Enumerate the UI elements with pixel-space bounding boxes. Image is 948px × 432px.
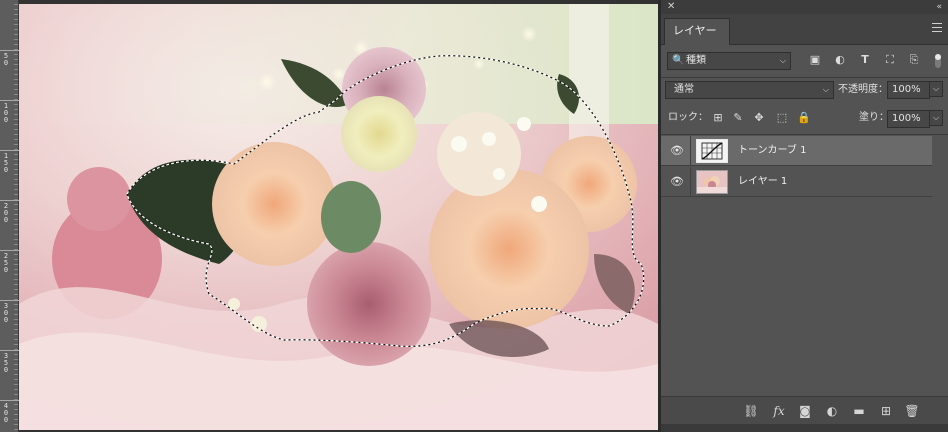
- close-icon[interactable]: ✕: [667, 0, 675, 14]
- divider: [690, 167, 691, 197]
- ruler-tick: [0, 50, 19, 51]
- new-layer-icon[interactable]: ⊞: [878, 403, 894, 419]
- ruler-label-400: 400: [3, 402, 9, 424]
- visibility-eye-icon[interactable]: 👁: [670, 176, 684, 188]
- chevron-down-icon: ⌵: [822, 85, 829, 94]
- ruler-tick: [0, 300, 19, 301]
- separator: [661, 77, 948, 78]
- fill-value: 100%: [892, 113, 921, 124]
- link-layers-icon[interactable]: ⛓: [743, 403, 759, 419]
- fill-dropdown-button[interactable]: ⌵: [929, 110, 943, 126]
- fill-label: 塗り：: [859, 112, 889, 123]
- ruler-label-150: 150: [3, 152, 9, 174]
- opacity-value: 100%: [892, 84, 921, 95]
- blend-mode-select[interactable]: 通常 ⌵: [665, 81, 834, 99]
- ruler-tick: [0, 200, 19, 201]
- ruler-label-350: 350: [3, 352, 9, 374]
- tab-layers[interactable]: レイヤー: [664, 18, 730, 45]
- divider: [690, 136, 691, 166]
- opacity-dropdown-button[interactable]: ⌵: [929, 81, 943, 97]
- photo-image: [19, 4, 658, 430]
- curves-icon: [701, 142, 723, 160]
- ruler-label-200: 200: [3, 202, 9, 224]
- chevron-down-icon: ⌵: [779, 56, 786, 65]
- blend-mode-value: 通常: [674, 84, 694, 95]
- ruler-tick: [0, 250, 19, 251]
- layer-row-layer1[interactable]: 👁 レイヤー 1: [661, 167, 932, 197]
- vertical-ruler[interactable]: 50 100 150 200 250 300 350 400: [0, 0, 19, 432]
- tab-layers-label: レイヤー: [673, 24, 717, 37]
- adjustment-layer-filter-icon[interactable]: ◐: [833, 53, 847, 67]
- pixel-layer-filter-icon[interactable]: ▣: [808, 53, 822, 67]
- collapse-panel-icon[interactable]: «: [936, 0, 942, 14]
- new-group-folder-icon[interactable]: ▬: [851, 403, 867, 419]
- fill-input[interactable]: 100%: [887, 110, 930, 128]
- lock-label: ロック：: [668, 112, 708, 123]
- ruler-tick: [0, 100, 19, 101]
- ruler-tick: [0, 150, 19, 151]
- search-icon: 🔍: [672, 55, 685, 66]
- type-layer-filter-icon[interactable]: T: [858, 53, 872, 67]
- lock-position-icon[interactable]: ✥: [752, 111, 766, 125]
- ruler-label-250: 250: [3, 252, 9, 274]
- opacity-input[interactable]: 100%: [887, 81, 930, 99]
- document-canvas[interactable]: [19, 4, 658, 430]
- panel-tab-bar: レイヤー: [661, 14, 948, 45]
- layers-panel: ✕ « レイヤー 🔍 種類 ⌵ ▣ ◐ T ⛶ ⎘ 通常 ⌵ 不透明度： 100…: [661, 0, 948, 432]
- layer-style-fx-icon[interactable]: fx: [771, 403, 787, 419]
- new-adjustment-layer-icon[interactable]: ◐: [824, 403, 840, 419]
- panel-menu-icon[interactable]: [932, 23, 942, 35]
- layer-thumbnail: [696, 170, 728, 194]
- curves-adjustment-thumbnail: [696, 139, 728, 163]
- lock-transparent-pixels-icon[interactable]: ⊞: [711, 111, 725, 125]
- separator: [661, 134, 948, 135]
- ruler-tick: [0, 400, 19, 401]
- lock-image-pixels-icon[interactable]: ✎: [731, 111, 745, 125]
- lock-artboard-icon[interactable]: ⬚: [775, 111, 789, 125]
- ruler-label-50: 50: [3, 52, 9, 67]
- layers-bottom-toolbar: ⛓ fx ◙ ◐ ▬ ⊞ 🗑: [661, 396, 948, 424]
- photo-thumbnail: [697, 171, 727, 193]
- ruler-label-100: 100: [3, 102, 9, 124]
- lock-all-icon[interactable]: 🔒: [797, 111, 811, 125]
- smart-object-filter-icon[interactable]: ⎘: [907, 53, 921, 67]
- layer-name: トーンカーブ 1: [738, 145, 807, 156]
- layer-filter-select[interactable]: 🔍 種類 ⌵: [667, 52, 791, 70]
- add-mask-icon[interactable]: ◙: [797, 403, 813, 419]
- layer-name: レイヤー 1: [738, 176, 788, 187]
- layer-row-curves[interactable]: 👁 トーンカーブ 1: [661, 136, 932, 166]
- ruler-tick: [0, 350, 19, 351]
- opacity-label: 不透明度：: [838, 84, 888, 95]
- delete-layer-trash-icon[interactable]: 🗑: [904, 403, 920, 419]
- panel-bottom-edge: [661, 424, 948, 432]
- shape-layer-filter-icon[interactable]: ⛶: [883, 53, 897, 67]
- panel-header-bar: ✕ «: [661, 0, 948, 14]
- layer-filter-value: 種類: [686, 55, 706, 66]
- filter-toggle[interactable]: [935, 54, 941, 68]
- ruler-label-300: 300: [3, 302, 9, 324]
- visibility-eye-icon[interactable]: 👁: [670, 145, 684, 157]
